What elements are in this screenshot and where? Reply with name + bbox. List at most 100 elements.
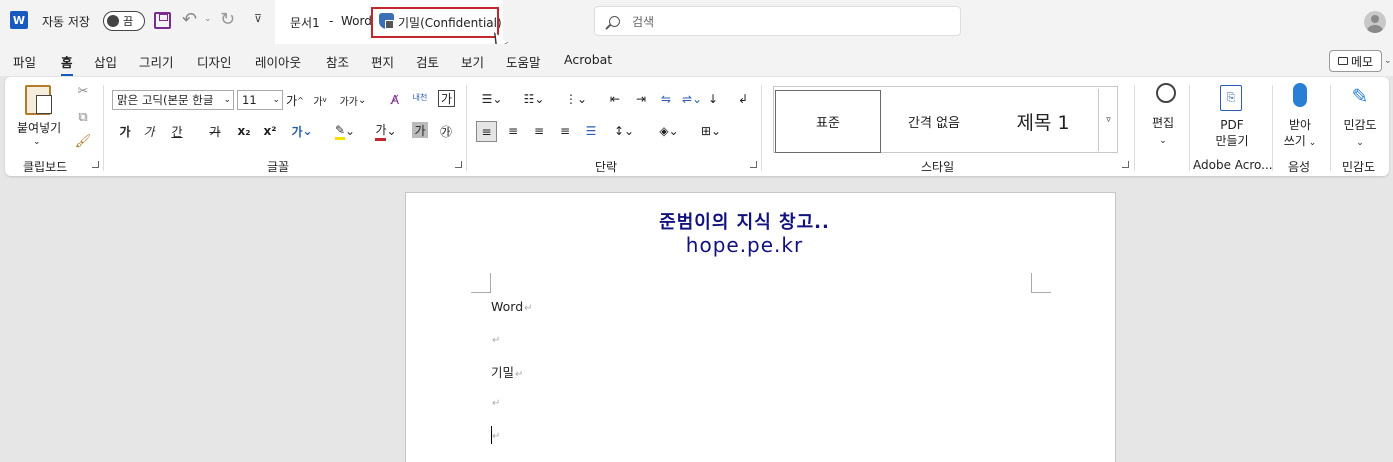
redo-icon[interactable]: ↻ xyxy=(220,9,235,30)
shading-icon[interactable]: ◈⌄ xyxy=(653,121,685,141)
justify-icon[interactable]: ≡ xyxy=(555,121,575,141)
character-shading-button[interactable]: 가 xyxy=(412,122,428,138)
enclose-characters-button[interactable]: ㉮ xyxy=(436,121,456,141)
align-left-icon[interactable]: ≡ xyxy=(476,121,497,142)
bullets-icon[interactable]: ☰⌄ xyxy=(475,89,509,109)
underline-button[interactable]: 간 xyxy=(163,121,191,141)
tab-review[interactable]: 검토 xyxy=(416,52,439,71)
create-pdf-icon[interactable]: ⎘ xyxy=(1220,85,1242,111)
numbering-icon[interactable]: ☷⌄ xyxy=(517,89,551,109)
chevron-down-icon: ⌄ xyxy=(1356,138,1364,148)
search-box[interactable]: 검색 xyxy=(594,6,961,36)
change-case-button[interactable]: 가가 ⌄ xyxy=(338,90,368,110)
font-color-button[interactable]: 가 ⌄ xyxy=(369,121,403,141)
undo-icon[interactable]: ↶ xyxy=(182,9,197,30)
find-search-icon[interactable] xyxy=(1148,81,1176,109)
asian-layout-icon[interactable]: ⇋ xyxy=(656,89,676,109)
tab-mailings[interactable]: 편지 xyxy=(371,52,394,71)
sensitivity-button[interactable]: 민감도 ⌄ xyxy=(1338,117,1382,151)
tab-home[interactable]: 홈 xyxy=(61,52,73,76)
app-name: Word xyxy=(341,14,372,28)
sensitivity-icon[interactable]: ✎ xyxy=(1348,83,1372,109)
italic-button[interactable]: 가 xyxy=(139,121,159,141)
grow-font-button[interactable]: 가 ^ xyxy=(285,90,305,110)
tab-help[interactable]: 도움말 xyxy=(506,52,541,71)
group-label-font: 글꼴 xyxy=(267,160,290,174)
format-painter-icon[interactable]: 🖌 xyxy=(75,133,92,149)
paste-dropdown-icon[interactable]: ⌄ xyxy=(33,137,41,147)
cut-icon[interactable]: ✂ xyxy=(75,83,91,99)
tab-references[interactable]: 참조 xyxy=(326,52,349,71)
clear-formatting-icon[interactable]: A̸ xyxy=(385,90,405,110)
editing-button[interactable]: 편집 ⌄ xyxy=(1148,115,1178,149)
style-no-spacing-label: 간격 없음 xyxy=(908,116,960,131)
decrease-indent-icon[interactable]: ⇤ xyxy=(605,89,625,109)
paragraph-mark: ↵ xyxy=(492,398,501,409)
line-spacing-icon[interactable]: ↕⌄ xyxy=(609,121,639,141)
increase-indent-icon[interactable]: ⇥ xyxy=(631,89,651,109)
font-dialog-launcher[interactable] xyxy=(455,161,462,168)
create-pdf-label-2: 만들기 xyxy=(1215,134,1249,148)
borders-icon[interactable]: ⊞⌄ xyxy=(695,121,727,141)
paragraph[interactable]: ↵ xyxy=(491,427,500,442)
copy-icon[interactable]: ⧉ xyxy=(75,109,91,125)
align-right-icon[interactable]: ≡ xyxy=(529,121,549,141)
tab-acrobat[interactable]: Acrobat xyxy=(564,52,612,67)
customize-qat-icon[interactable]: ⊽ xyxy=(254,12,262,25)
highlight-color-button[interactable]: ✎ ⌄ xyxy=(328,121,362,141)
sort-icon[interactable]: ↓ xyxy=(703,89,723,109)
paragraph[interactable]: Word↵ xyxy=(491,299,533,314)
bold-button[interactable]: 가 xyxy=(115,121,135,141)
document-page[interactable]: 준범이의 지식 창고.. hope.pe.kr Word↵ ↵ 기밀↵ ↵ ↵ xyxy=(405,192,1116,462)
shrink-font-button[interactable]: 가v xyxy=(310,90,330,110)
clipboard-dialog-launcher[interactable] xyxy=(92,161,99,168)
distributed-icon[interactable]: ☰ xyxy=(581,121,601,141)
font-color-label: 가 xyxy=(375,121,387,141)
search-placeholder: 검색 xyxy=(632,14,655,29)
paragraph[interactable]: ↵ xyxy=(491,394,500,409)
tab-layout[interactable]: 레이아웃 xyxy=(255,52,301,71)
autosave-toggle[interactable]: 끔 xyxy=(103,11,145,31)
tab-insert[interactable]: 삽입 xyxy=(94,52,117,71)
tab-view[interactable]: 보기 xyxy=(461,52,484,71)
phonetic-guide-button[interactable]: 내천 xyxy=(411,87,429,107)
style-normal[interactable]: 표준 xyxy=(775,90,881,153)
paragraph-mark: ↵ xyxy=(492,431,501,442)
chevron-down-icon: ⌄ xyxy=(272,95,280,105)
crop-mark-top-left xyxy=(471,273,491,293)
save-icon[interactable] xyxy=(154,12,171,29)
account-avatar[interactable] xyxy=(1364,11,1386,33)
document-name[interactable]: 문서1 xyxy=(290,14,320,31)
multilevel-list-icon[interactable]: ⋮⌄ xyxy=(559,89,593,109)
text-effects-button[interactable]: 가 ⌄ xyxy=(287,121,317,141)
group-separator xyxy=(466,85,467,171)
ribbon-scroll-icon[interactable]: ⌄ xyxy=(1384,56,1392,66)
dictate-button[interactable]: 받아 쓰기 ⌄ xyxy=(1280,117,1320,151)
create-pdf-label-1: PDF xyxy=(1220,118,1244,132)
paragraph-dialog-launcher[interactable] xyxy=(750,161,757,168)
font-size-combobox[interactable]: 11 ⌄ xyxy=(237,90,283,110)
style-no-spacing[interactable]: 간격 없음 xyxy=(883,90,985,153)
comments-button[interactable]: 메모 xyxy=(1329,50,1382,72)
create-pdf-button[interactable]: PDF 만들기 xyxy=(1212,117,1252,149)
tab-draw[interactable]: 그리기 xyxy=(139,52,174,71)
font-name-combobox[interactable]: 맑은 고딕(본문 한글 ⌄ xyxy=(112,90,234,110)
styles-dialog-launcher[interactable] xyxy=(1122,161,1129,168)
strikethrough-button[interactable]: 가 xyxy=(204,121,226,141)
undo-dropdown-icon[interactable]: ⌄ xyxy=(204,14,212,24)
paragraph[interactable]: ↵ xyxy=(491,331,500,346)
tab-file[interactable]: 파일 xyxy=(13,52,36,71)
paste-icon[interactable] xyxy=(25,85,52,115)
styles-more-icon[interactable]: ▿ xyxy=(1098,89,1118,151)
style-heading-1[interactable]: 제목 1 xyxy=(990,90,1096,153)
tab-design[interactable]: 디자인 xyxy=(197,52,232,71)
superscript-button[interactable]: x² xyxy=(260,121,280,141)
chevron-down-icon: ⌄ xyxy=(1159,136,1167,146)
paragraph[interactable]: 기밀↵ xyxy=(491,362,523,381)
paste-label[interactable]: 붙여넣기 xyxy=(17,119,61,136)
character-border-button[interactable]: 가 xyxy=(438,90,455,107)
subscript-button[interactable]: x₂ xyxy=(234,121,254,141)
show-formatting-icon[interactable]: ↲ xyxy=(733,89,753,109)
dictate-microphone-icon[interactable] xyxy=(1293,83,1307,107)
align-center-icon[interactable]: ≡ xyxy=(503,121,523,141)
